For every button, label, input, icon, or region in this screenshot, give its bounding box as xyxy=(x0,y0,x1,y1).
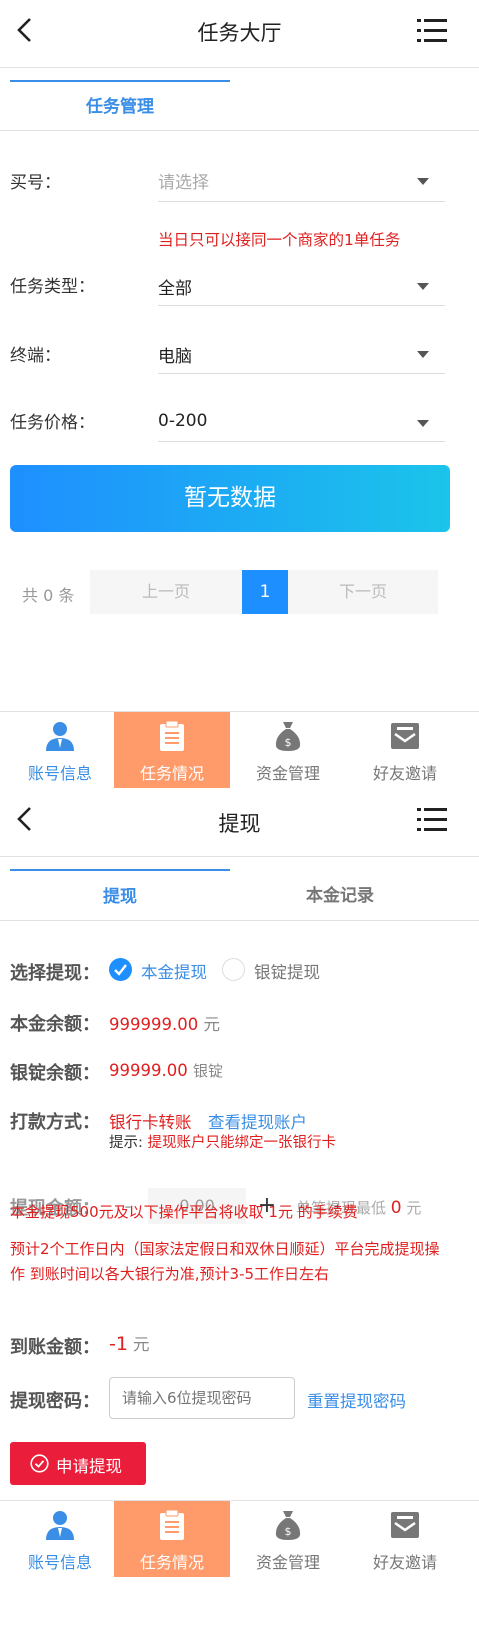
nav-label: 账号信息 xyxy=(27,764,92,783)
svg-text:$: $ xyxy=(285,736,292,749)
page-title: 提现 xyxy=(218,812,261,836)
principal-balance-label: 本金余额： xyxy=(10,1014,100,1035)
tab-label: 任务管理 xyxy=(86,97,154,117)
price-label: 任务价格： xyxy=(10,413,95,433)
caret-down-icon xyxy=(417,178,429,185)
nav-label: 账号信息 xyxy=(27,1553,92,1572)
arrival-notice: 预计2个工作日内（国家法定假日和双休日顺延）平台完成提现操作 到账时间以各大银行… xyxy=(10,1240,440,1283)
tab-label: 提现 xyxy=(103,887,137,907)
tab-divider xyxy=(0,920,479,921)
view-account-link[interactable]: 查看提现账户 xyxy=(208,1109,307,1133)
nav-label: 资金管理 xyxy=(255,764,320,783)
nav-label: 任务情况 xyxy=(139,1553,204,1572)
caret-down-icon xyxy=(417,351,429,358)
nav-label: 好友邀请 xyxy=(372,764,437,783)
payment-method-label: 打款方式： xyxy=(10,1112,100,1133)
min-amount-unit: 元 xyxy=(406,1199,422,1217)
nav-label: 资金管理 xyxy=(255,1553,320,1572)
account-label: 买号： xyxy=(10,173,61,193)
task-type-value: 全部 xyxy=(158,279,192,299)
nav-fund-management[interactable]: $ 资金管理 xyxy=(230,1501,346,1577)
withdraw-password-label: 提现密码： xyxy=(10,1391,100,1412)
ingot-balance-label: 银锭余额： xyxy=(10,1063,100,1084)
no-data-button[interactable]: 暂无数据 xyxy=(10,465,450,532)
principal-balance-value: 999999.00 xyxy=(109,1015,199,1034)
tab-divider xyxy=(0,130,479,131)
payment-tip-prefix: 提示: xyxy=(109,1135,143,1151)
price-select[interactable]: 0-200 xyxy=(158,411,445,441)
nav-task-status[interactable]: 任务情况 xyxy=(114,1501,230,1577)
ingot-balance-unit: 银锭 xyxy=(192,1062,223,1080)
fee-notice: 本金提现500元及以下操作平台将收取 1元 的手续费 xyxy=(10,1203,358,1221)
envelope-icon xyxy=(391,1512,419,1538)
nav-label: 好友邀请 xyxy=(372,1553,437,1572)
user-icon xyxy=(46,722,74,751)
payment-tip: 提示: 提现账户只能绑定一张银行卡 xyxy=(109,1131,336,1152)
bottom-nav: 账号信息 任务情况 $ 资金管理 好友邀请 xyxy=(0,711,479,788)
check-circle-icon xyxy=(109,958,132,981)
menu-button[interactable] xyxy=(417,17,447,49)
tab-withdraw[interactable]: 提现 xyxy=(10,869,230,921)
empty-circle-icon xyxy=(222,958,245,981)
terminal-label: 终端： xyxy=(10,346,61,366)
clipboard-icon xyxy=(160,720,184,751)
select-withdraw-label: 选择提现： xyxy=(10,963,100,984)
nav-account-info[interactable]: 账号信息 xyxy=(0,1501,120,1577)
nav-fund-management[interactable]: $ 资金管理 xyxy=(230,712,346,788)
next-page-button[interactable]: 下一页 xyxy=(288,570,438,614)
money-bag-icon: $ xyxy=(275,1511,301,1540)
tab-principal-record[interactable]: 本金记录 xyxy=(230,869,450,919)
arrival-amount-label: 到账金额： xyxy=(10,1337,100,1358)
page-title: 任务大厅 xyxy=(197,21,282,45)
clipboard-icon xyxy=(160,1509,184,1540)
menu-list-icon xyxy=(417,19,447,42)
prev-page-button[interactable]: 上一页 xyxy=(90,570,242,614)
money-bag-icon: $ xyxy=(275,722,301,751)
nav-account-info[interactable]: 账号信息 xyxy=(0,712,120,788)
caret-down-icon xyxy=(417,420,429,427)
tab-label: 本金记录 xyxy=(306,886,374,906)
reset-password-link[interactable]: 重置提现密码 xyxy=(307,1388,406,1412)
principal-balance: 999999.00 元 xyxy=(109,1011,220,1035)
payment-tip-text: 提现账户只能绑定一张银行卡 xyxy=(147,1135,337,1151)
terminal-select[interactable]: 电脑 xyxy=(158,342,445,372)
terminal-value: 电脑 xyxy=(158,347,192,367)
envelope-icon xyxy=(391,723,419,749)
arrival-amount-unit: 元 xyxy=(133,1335,150,1354)
submit-withdraw-button[interactable]: 申请提现 xyxy=(10,1442,146,1485)
submit-label: 申请提现 xyxy=(56,1457,122,1476)
header-divider xyxy=(0,67,479,68)
menu-list-icon xyxy=(417,808,447,831)
arrival-amount-value: -1 xyxy=(109,1333,128,1355)
account-notice: 当日只可以接同一个商家的1单任务 xyxy=(158,231,401,249)
ingot-balance-value: 99999.00 xyxy=(109,1061,188,1080)
radio-principal-label: 本金提现 xyxy=(141,963,207,982)
min-amount-value: 0 xyxy=(390,1198,402,1218)
withdraw-password-input[interactable] xyxy=(109,1377,295,1419)
check-circle-outline-icon xyxy=(30,1454,49,1473)
principal-balance-unit: 元 xyxy=(203,1015,220,1034)
nav-friend-invite[interactable]: 好友邀请 xyxy=(346,1501,464,1577)
user-icon xyxy=(46,1511,74,1540)
menu-button[interactable] xyxy=(417,806,447,838)
tab-task-management[interactable]: 任务管理 xyxy=(10,80,230,132)
task-type-label: 任务类型： xyxy=(10,277,95,297)
nav-task-status[interactable]: 任务情况 xyxy=(114,712,230,788)
price-value: 0-200 xyxy=(158,411,208,431)
header-divider xyxy=(0,856,479,857)
pagination-total: 共 0 条 xyxy=(22,586,75,605)
account-placeholder: 请选择 xyxy=(158,173,209,193)
bottom-nav: 账号信息 任务情况 $ 资金管理 好友邀请 xyxy=(0,1500,479,1577)
nav-friend-invite[interactable]: 好友邀请 xyxy=(346,712,464,788)
current-page-button[interactable]: 1 xyxy=(242,570,288,614)
payment-method-value: 银行卡转账 xyxy=(109,1113,192,1132)
nav-label: 任务情况 xyxy=(139,764,204,783)
task-type-select[interactable]: 全部 xyxy=(158,274,445,304)
radio-ingot-label: 银锭提现 xyxy=(254,963,320,982)
svg-text:$: $ xyxy=(285,1525,292,1538)
account-select[interactable]: 请选择 xyxy=(158,168,445,202)
caret-down-icon xyxy=(417,283,429,290)
arrival-amount: -1 元 xyxy=(109,1331,150,1355)
ingot-balance: 99999.00 银锭 xyxy=(109,1060,223,1081)
